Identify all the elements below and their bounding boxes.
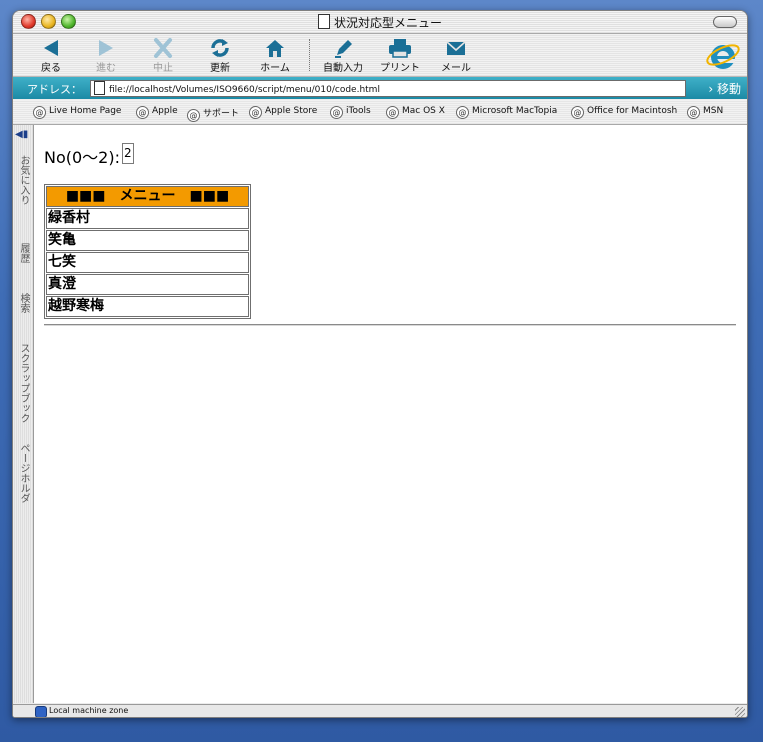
favorites-bar: @ Live Home Page @ Apple @ サポート @ Apple Stor…: [13, 100, 747, 125]
zone-text: Local machine zone: [49, 706, 129, 715]
zone-icon: [35, 706, 47, 717]
home-icon: [248, 37, 302, 59]
print-button[interactable]: プリント: [373, 37, 427, 75]
favorite-link[interactable]: @ iTools: [330, 106, 371, 119]
toolbar: 戻る 進む 中止 更新 ホーム 自動入力 プリント メール: [13, 34, 747, 77]
sidebar-tab-page-holder[interactable]: ページホルダ: [16, 443, 31, 503]
status-bar: Local machine zone: [13, 704, 747, 717]
stop-button[interactable]: 中止: [136, 37, 190, 75]
favorite-link[interactable]: @ MSN: [687, 106, 723, 119]
favorite-link[interactable]: @ Office for Macintosh: [571, 106, 677, 119]
resize-grip-icon[interactable]: [735, 707, 745, 717]
sidebar-tab-search[interactable]: 検索: [16, 293, 31, 313]
favorite-link[interactable]: @ Apple: [136, 106, 178, 119]
browser-window: 状況対応型メニュー 戻る 進む 中止 更新 ホーム 自動入力 プリント メール …: [12, 10, 748, 718]
menu-item[interactable]: 七笑: [46, 252, 249, 273]
back-label: 戻る: [41, 63, 61, 74]
home-label: ホーム: [260, 63, 290, 74]
menu-table: ■■■ メニュー ■■■ 緑香村 笑亀 七笑 真澄 越野寒梅: [44, 184, 251, 319]
address-input[interactable]: file://localhost/Volumes/ISO9660/script/…: [90, 80, 686, 97]
favorite-at-icon: @: [571, 106, 584, 119]
stop-x-icon: [136, 37, 190, 59]
printer-icon: [373, 37, 427, 59]
home-button[interactable]: ホーム: [248, 37, 302, 75]
horizontal-rule: [44, 324, 736, 326]
favorite-at-icon: @: [33, 106, 46, 119]
refresh-button[interactable]: 更新: [193, 37, 247, 75]
favorite-link[interactable]: @ Live Home Page: [33, 106, 121, 119]
window-title: 状況対応型メニュー: [333, 16, 442, 30]
print-label: プリント: [380, 63, 420, 74]
menu-item[interactable]: 緑香村: [46, 208, 249, 229]
sidebar-tab-scrapbook[interactable]: スクラップブック: [16, 343, 31, 423]
stop-label: 中止: [153, 63, 173, 74]
favorite-at-icon: @: [386, 106, 399, 119]
internet-explorer-logo-icon[interactable]: [705, 38, 741, 74]
sidebar-tab-favorites[interactable]: お気に入り: [16, 155, 31, 205]
back-button[interactable]: 戻る: [24, 37, 78, 75]
forward-arrow-icon: [79, 37, 133, 59]
go-button[interactable]: › 移動: [708, 80, 741, 97]
favorite-at-icon: @: [187, 109, 200, 122]
autofill-button[interactable]: 自動入力: [316, 37, 370, 75]
address-url: file://localhost/Volumes/ISO9660/script/…: [109, 85, 380, 95]
go-label: 移動: [716, 82, 741, 96]
favorite-link[interactable]: @ Mac OS X: [386, 106, 445, 119]
toolbar-separator: [309, 39, 310, 71]
refresh-icon: [193, 37, 247, 59]
sidebar-tab-history[interactable]: 履歴: [16, 243, 31, 263]
address-label: アドレス：: [27, 83, 82, 96]
favorite-link[interactable]: @ Microsoft MacTopia: [456, 106, 557, 119]
menu-item[interactable]: 笑亀: [46, 230, 249, 251]
favorite-link[interactable]: @ Apple Store: [249, 106, 317, 119]
favorite-at-icon: @: [249, 106, 262, 119]
go-arrow-icon: ›: [708, 82, 714, 96]
document-icon: [317, 14, 330, 29]
back-arrow-icon: [24, 37, 78, 59]
autofill-pen-icon: [316, 37, 370, 59]
page-content: No(0〜2): 2 ■■■ メニュー ■■■ 緑香村 笑亀 七笑 真澄 越野寒…: [34, 125, 747, 703]
favorite-at-icon: @: [136, 106, 149, 119]
favorite-at-icon: @: [687, 106, 700, 119]
title-bar[interactable]: 状況対応型メニュー: [13, 11, 747, 34]
mail-envelope-icon: [429, 37, 483, 59]
mail-label: メール: [441, 63, 471, 74]
number-label: No(0〜2):: [44, 148, 120, 167]
page-icon: [94, 81, 105, 95]
explorer-sidebar: ◀▮ お気に入り 履歴 検索 スクラップブック ページホルダ: [13, 125, 34, 703]
menu-item[interactable]: 越野寒梅: [46, 296, 249, 317]
forward-button[interactable]: 進む: [79, 37, 133, 75]
forward-label: 進む: [96, 63, 116, 74]
menu-item[interactable]: 真澄: [46, 274, 249, 295]
number-input[interactable]: 2: [122, 143, 134, 164]
mail-button[interactable]: メール: [429, 37, 483, 75]
autofill-label: 自動入力: [323, 63, 363, 74]
favorite-link[interactable]: @ サポート: [187, 106, 239, 122]
refresh-label: 更新: [210, 63, 230, 74]
sidebar-toggle-icon[interactable]: ◀▮: [15, 129, 30, 142]
window-title-wrap: 状況対応型メニュー: [13, 14, 747, 31]
favorite-at-icon: @: [456, 106, 469, 119]
address-bar: アドレス： file://localhost/Volumes/ISO9660/s…: [13, 77, 747, 99]
menu-header: ■■■ メニュー ■■■: [46, 186, 249, 207]
toolbar-collapse-button[interactable]: [713, 16, 737, 28]
favorite-at-icon: @: [330, 106, 343, 119]
